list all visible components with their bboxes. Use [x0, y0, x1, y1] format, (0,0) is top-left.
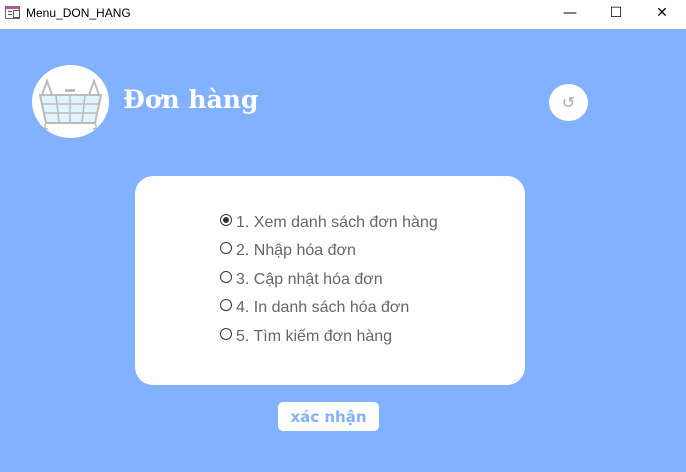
option-label: 4. In danh sách hóa đơn	[236, 299, 410, 316]
option-label: 3. Cập nhật hóa đơn	[236, 271, 383, 288]
option-view-orders[interactable]: 1. Xem danh sách đơn hàng	[220, 214, 438, 232]
option-enter-invoice[interactable]: 2. Nhập hóa đơn	[220, 242, 356, 260]
form-icon	[5, 6, 20, 19]
radio-button[interactable]	[220, 242, 232, 254]
radio-button[interactable]	[220, 299, 232, 311]
option-print-invoices[interactable]: 4. In danh sách hóa đơn	[220, 299, 409, 317]
option-label: 1. Xem danh sách đơn hàng	[236, 214, 438, 231]
close-button[interactable]: ✕	[639, 0, 685, 29]
radio-button[interactable]	[220, 214, 232, 226]
minimize-button[interactable]: —	[547, 0, 593, 29]
back-button[interactable]: ↺	[549, 84, 588, 121]
option-label: 5. Tìm kiếm đơn hàng	[236, 328, 393, 345]
window-title: Menu_DON_HANG	[26, 6, 131, 20]
form-body: Đơn hàng ↺ 1. Xem danh sách đơn hàng 2. …	[0, 29, 686, 472]
option-label: 2. Nhập hóa đơn	[236, 242, 356, 259]
confirm-button[interactable]: xác nhận	[278, 402, 379, 431]
maximize-button[interactable]: ☐	[593, 0, 639, 29]
basket-logo-icon	[32, 65, 109, 138]
back-icon: ↺	[561, 93, 576, 112]
options-card: 1. Xem danh sách đơn hàng 2. Nhập hóa đơ…	[135, 176, 525, 385]
radio-button[interactable]	[220, 271, 232, 283]
title-bar: Menu_DON_HANG — ☐ ✕	[0, 0, 686, 29]
page-title: Đơn hàng	[123, 85, 259, 114]
option-update-invoice[interactable]: 3. Cập nhật hóa đơn	[220, 271, 383, 289]
option-search-orders[interactable]: 5. Tìm kiếm đơn hàng	[220, 328, 392, 346]
radio-button[interactable]	[220, 328, 232, 340]
